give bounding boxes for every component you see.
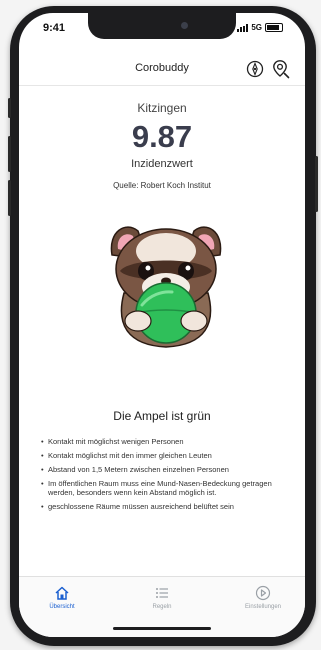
city-name: Kitzingen [137, 101, 187, 115]
home-icon [55, 586, 69, 600]
rule-item: Im öffentlichen Raum muss eine Mund-Nase… [41, 479, 291, 497]
settings-icon [255, 585, 271, 601]
tab-label: Einstellungen [244, 604, 282, 610]
volume-down-button [8, 180, 11, 216]
status-indicators: 5G [237, 23, 283, 32]
tab-settings[interactable]: Einstellungen [223, 585, 303, 610]
status-time: 9:41 [43, 22, 66, 34]
compass-icon[interactable] [245, 59, 265, 79]
tab-rules[interactable]: Regeln [122, 585, 202, 610]
data-source: Quelle: Robert Koch Institut [113, 181, 211, 190]
tab-label: Regeln [152, 604, 172, 610]
rule-item: Abstand von 1,5 Metern zwischen einzelne… [41, 465, 291, 474]
location-search-icon[interactable] [271, 59, 291, 79]
network-type: 5G [251, 23, 262, 32]
phone-screen: 9:41 5G Corobuddy Kitzingen 9.87 Inziden… [19, 13, 305, 637]
battery-icon [265, 23, 283, 32]
rule-item: geschlossene Räume müssen ausreichend be… [41, 502, 291, 511]
power-button [315, 156, 318, 212]
tab-overview[interactable]: Übersicht [22, 585, 102, 610]
rule-item: Kontakt mit möglichst wenigen Personen [41, 437, 291, 446]
app-bar: Corobuddy [19, 55, 305, 86]
home-indicator [113, 627, 211, 630]
ferret-mascot-image [110, 226, 222, 348]
overview-content: Kitzingen 9.87 Inzidenzwert Quelle: Robe… [19, 86, 305, 572]
list-icon [156, 588, 168, 598]
tab-label: Übersicht [49, 604, 75, 610]
rule-item: Kontakt möglichst mit den immer gleichen… [41, 451, 291, 460]
rules-list: Kontakt mit möglichst wenigen Personen K… [41, 437, 291, 516]
status-bar: 9:41 5G [19, 13, 305, 47]
signal-icon [237, 23, 249, 32]
traffic-light-status: Die Ampel ist grün [113, 409, 211, 423]
incidence-label: Inzidenzwert [131, 158, 193, 170]
mute-switch [8, 98, 11, 118]
tab-bar: Übersicht Regeln Einstellungen [19, 576, 305, 637]
incidence-value: 9.87 [131, 119, 193, 154]
volume-up-button [8, 136, 11, 172]
